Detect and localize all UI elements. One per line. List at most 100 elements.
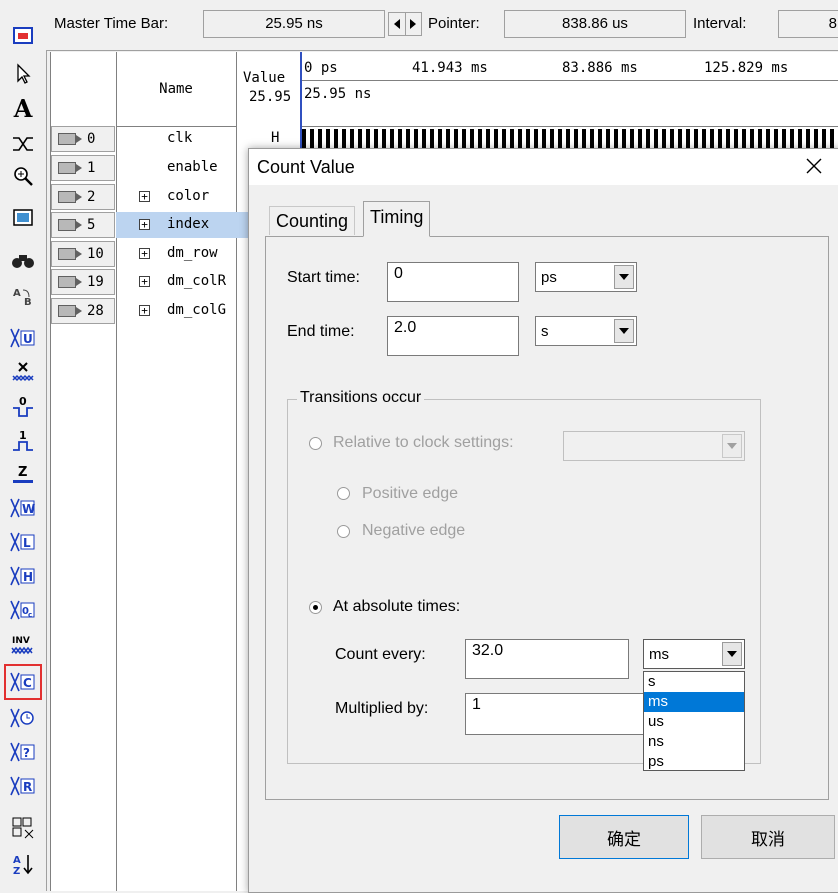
waveform-toolbar: A AB U 0 1 Z W L H 0c INV C ? R A Z: [0, 0, 47, 891]
negative-edge-label: Negative edge: [362, 522, 466, 539]
expand-plus-icon[interactable]: +: [139, 219, 150, 230]
end-time-unit-select[interactable]: s: [535, 316, 637, 346]
ruler-tick-0: 0 ps: [304, 60, 338, 76]
multiplied-by-input[interactable]: 1: [465, 693, 645, 735]
tab-counting[interactable]: Counting: [269, 206, 356, 235]
sort-icon[interactable]: AZ: [8, 850, 38, 878]
weak-unknown-icon[interactable]: W: [8, 494, 38, 522]
transitions-group-label: Transitions occur: [297, 389, 425, 407]
node-row-dm-colr[interactable]: 19: [51, 269, 115, 295]
clock-settings-select[interactable]: [563, 431, 745, 461]
relative-clock-radio[interactable]: [309, 437, 322, 450]
next-transition-arrow-icon[interactable]: [406, 13, 422, 35]
output-pin-icon: [58, 305, 82, 317]
node-row-dm-row[interactable]: 10: [51, 241, 115, 267]
weak-low-icon[interactable]: L: [8, 528, 38, 556]
svg-text:1: 1: [19, 429, 27, 442]
previous-transition-arrow-icon[interactable]: [389, 13, 406, 35]
svg-text:U: U: [23, 332, 33, 346]
selected-row-value: [236, 212, 248, 238]
chevron-down-icon: [614, 265, 634, 289]
unit-option-us[interactable]: us: [644, 712, 744, 732]
dont-care-icon[interactable]: 0c: [8, 596, 38, 624]
forcing-low-icon[interactable]: 0: [8, 392, 38, 420]
count-unit-select[interactable]: ms: [643, 639, 745, 669]
node-name-enable[interactable]: enable: [167, 159, 218, 175]
node-row-enable[interactable]: 1: [51, 155, 115, 181]
waveform-editing-icon[interactable]: [8, 130, 38, 158]
node-name-dm-colg[interactable]: dm_colG: [167, 302, 226, 318]
expand-plus-icon[interactable]: +: [139, 276, 150, 287]
time-bar: Master Time Bar: 25.95 ns Pointer: 838.8…: [46, 0, 838, 51]
svg-text:H: H: [23, 570, 33, 584]
chevron-down-icon: [722, 434, 742, 458]
grid-column-divider: [236, 126, 237, 891]
selection-pointer-icon[interactable]: [8, 60, 38, 88]
node-row-clk[interactable]: 0: [51, 126, 115, 152]
forcing-unknown-icon[interactable]: [8, 358, 38, 386]
master-time-bar-label: Master Time Bar:: [54, 15, 169, 32]
output-pin-icon: [58, 276, 82, 288]
weak-high-icon[interactable]: H: [8, 562, 38, 590]
arbitrary-value-icon[interactable]: ?: [8, 738, 38, 766]
relative-clock-label: Relative to clock settings:: [333, 434, 514, 451]
input-pin-icon: [58, 162, 82, 174]
expand-plus-icon[interactable]: +: [139, 191, 150, 202]
node-name-dm-row[interactable]: dm_row: [167, 245, 218, 261]
node-row-index[interactable]: 5: [51, 212, 115, 238]
ruler-tick-3: 125.829 ms: [704, 60, 789, 76]
random-values-icon[interactable]: R: [8, 772, 38, 800]
high-impedance-icon[interactable]: Z: [8, 460, 38, 488]
count-every-input[interactable]: 32.0: [465, 639, 629, 679]
text-tool-icon[interactable]: A: [8, 94, 38, 123]
cancel-button[interactable]: 取消: [701, 815, 835, 859]
overwrite-clock-icon[interactable]: [8, 704, 38, 732]
tab-timing[interactable]: Timing: [363, 201, 431, 237]
invert-icon[interactable]: INV: [8, 632, 38, 660]
unit-option-ms[interactable]: ms: [644, 692, 744, 712]
start-time-unit-select[interactable]: ps: [535, 262, 637, 292]
node-row-dm-colg[interactable]: 28: [51, 298, 115, 324]
node-row-color[interactable]: 2: [51, 184, 115, 210]
snap-to-grid-icon[interactable]: [8, 814, 38, 842]
svg-text:?: ?: [23, 746, 30, 760]
end-time-input[interactable]: 2.0: [387, 316, 519, 356]
expand-plus-icon[interactable]: +: [139, 305, 150, 316]
absolute-times-radio[interactable]: [309, 601, 322, 614]
svg-text:Z: Z: [18, 465, 27, 480]
svg-text:0: 0: [19, 395, 27, 408]
name-column-header[interactable]: Name: [116, 52, 237, 127]
value-column-header[interactable]: Value: [243, 70, 285, 86]
start-time-input[interactable]: 0: [387, 262, 519, 302]
unit-option-ns[interactable]: ns: [644, 732, 744, 752]
value-column-time: 25.95: [249, 89, 292, 105]
svg-text:B: B: [24, 297, 32, 307]
zoom-icon[interactable]: [8, 162, 38, 190]
negative-edge-radio[interactable]: [337, 525, 350, 538]
unit-option-s[interactable]: s: [644, 672, 744, 692]
svg-text:C: C: [23, 676, 32, 690]
name-header-text: Name: [159, 81, 193, 97]
unit-dropdown-list[interactable]: s ms us ns ps: [643, 671, 745, 771]
ok-button[interactable]: 确定: [559, 815, 689, 859]
waveform-editor-icon[interactable]: [8, 22, 38, 50]
full-screen-icon[interactable]: [8, 204, 38, 232]
node-name-index[interactable]: index: [167, 216, 209, 232]
master-time-bar-field[interactable]: 25.95 ns: [203, 10, 385, 38]
positive-edge-radio[interactable]: [337, 487, 350, 500]
forcing-high-icon[interactable]: 1: [8, 426, 38, 454]
node-name-clk[interactable]: clk: [167, 130, 192, 146]
close-icon[interactable]: [805, 157, 823, 178]
unit-option-ps[interactable]: ps: [644, 752, 744, 772]
interval-field: 8: [778, 10, 838, 38]
ruler-tick-1: 41.943 ms: [412, 60, 488, 76]
node-name-dm-colr[interactable]: dm_colR: [167, 273, 226, 289]
expand-plus-icon[interactable]: +: [139, 248, 150, 259]
replace-icon[interactable]: AB: [8, 282, 38, 310]
find-binoculars-icon[interactable]: [8, 246, 38, 274]
uninitialized-value-icon[interactable]: U: [8, 324, 38, 352]
node-name-color[interactable]: color: [167, 188, 209, 204]
master-time-nav: [388, 12, 422, 36]
count-value-icon[interactable]: C: [4, 664, 42, 700]
chevron-down-icon: [722, 642, 742, 666]
